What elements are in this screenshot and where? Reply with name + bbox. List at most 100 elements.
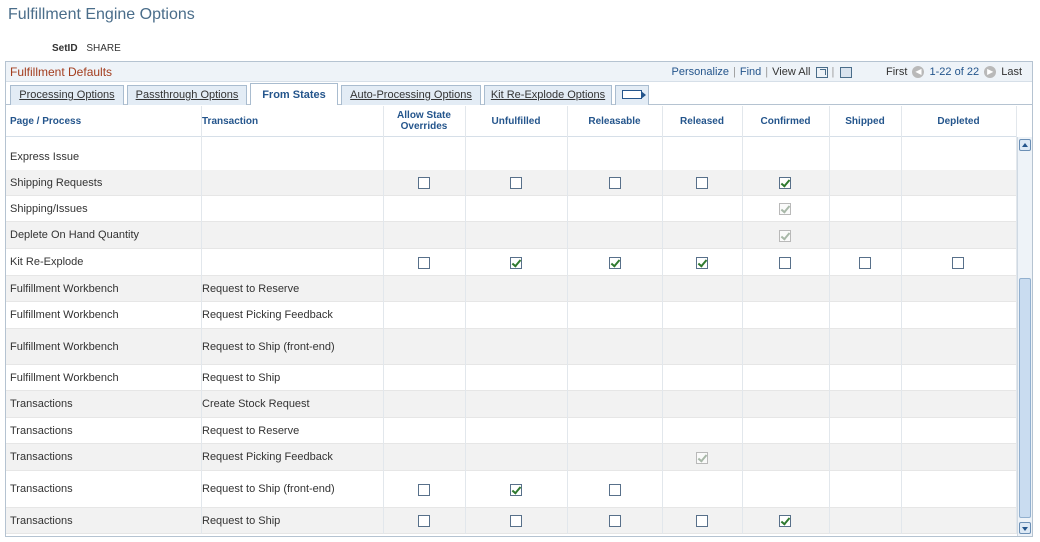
confirmed-checkbox bbox=[779, 203, 791, 215]
column-divider bbox=[829, 106, 830, 534]
releasable-checkbox[interactable] bbox=[609, 484, 621, 496]
transaction-cell: Request to Ship bbox=[202, 514, 281, 527]
next-icon[interactable]: ▶ bbox=[984, 66, 997, 79]
fulfillment-defaults-grid: Fulfillment Defaults Personalize | Find | Vi… bbox=[5, 61, 1033, 537]
transaction-cell: Create Stock Request bbox=[202, 398, 310, 410]
page-process-cell: Fulfillment Workbench bbox=[10, 282, 119, 295]
releasable-checkbox[interactable] bbox=[609, 177, 621, 189]
table-row: Kit Re-Explode bbox=[6, 249, 1016, 276]
col-page-process: Page / Process bbox=[10, 115, 82, 127]
page-process-cell: Fulfillment Workbench bbox=[10, 309, 119, 321]
personalize-link[interactable]: Personalize bbox=[672, 66, 729, 78]
column-divider bbox=[201, 106, 202, 534]
unfulfilled-checkbox[interactable] bbox=[510, 257, 522, 269]
tab-processing-options[interactable]: Processing Options bbox=[10, 85, 124, 105]
table-row: Transactions Create Stock Request bbox=[6, 391, 1016, 418]
transaction-cell: Request to Reserve bbox=[202, 282, 300, 295]
transaction-cell: Request Picking Feedback bbox=[202, 451, 333, 463]
last-link[interactable]: Last bbox=[1001, 66, 1022, 78]
setid-field: SetID SHARE bbox=[52, 43, 121, 54]
col-shipped: Shipped bbox=[845, 115, 885, 127]
unfulfilled-checkbox[interactable] bbox=[510, 515, 522, 527]
prev-icon[interactable]: ◀ bbox=[912, 66, 925, 79]
show-all-columns-icon bbox=[622, 90, 646, 99]
table-row: Fulfillment Workbench Request to Ship (fr… bbox=[6, 329, 1016, 365]
page-process-cell: Shipping Requests bbox=[10, 176, 103, 189]
unfulfilled-checkbox[interactable] bbox=[510, 177, 522, 189]
column-divider bbox=[662, 106, 663, 534]
page-process-cell: Transactions bbox=[10, 424, 73, 437]
released-checkbox bbox=[696, 452, 708, 464]
tab-from-states[interactable]: From States bbox=[250, 83, 338, 105]
scroll-down-icon[interactable] bbox=[1019, 522, 1031, 534]
tab-auto-processing-options[interactable]: Auto-Processing Options bbox=[341, 85, 481, 105]
tab-show-all-columns[interactable] bbox=[615, 85, 649, 105]
page-process-cell: Express Issue bbox=[10, 151, 80, 163]
first-link[interactable]: First bbox=[886, 66, 907, 78]
confirmed-checkbox[interactable] bbox=[779, 257, 791, 269]
allow-checkbox[interactable] bbox=[418, 257, 430, 269]
table-row: Fulfillment Workbench Request Picking Fee… bbox=[6, 302, 1016, 329]
table-row: Transactions Request Picking Feedback bbox=[6, 444, 1016, 471]
confirmed-checkbox[interactable] bbox=[779, 515, 791, 527]
setid-label: SetID bbox=[52, 43, 78, 54]
page-process-cell: Transactions bbox=[10, 451, 73, 463]
page-process-cell: Shipping/Issues bbox=[10, 202, 88, 215]
table-row: Express Issue bbox=[6, 144, 1016, 171]
released-checkbox[interactable] bbox=[696, 177, 708, 189]
transaction-cell: Request to Ship (front-end) bbox=[202, 340, 335, 353]
col-confirmed: Confirmed bbox=[760, 115, 811, 127]
page-process-cell: Transactions bbox=[10, 514, 73, 527]
released-checkbox[interactable] bbox=[696, 515, 708, 527]
column-divider bbox=[465, 106, 466, 534]
setid-value: SHARE bbox=[86, 43, 121, 54]
tab-kit-re-explode-options[interactable]: Kit Re-Explode Options bbox=[484, 85, 612, 105]
released-checkbox[interactable] bbox=[696, 257, 708, 269]
shipped-checkbox[interactable] bbox=[859, 257, 871, 269]
table-row: Shipping Requests bbox=[6, 170, 1016, 196]
col-released: Released bbox=[680, 115, 724, 127]
allow-checkbox[interactable] bbox=[418, 484, 430, 496]
col-depleted: Depleted bbox=[937, 115, 980, 127]
transaction-cell: Request to Ship bbox=[202, 371, 281, 384]
releasable-checkbox[interactable] bbox=[609, 257, 621, 269]
scroll-up-icon[interactable] bbox=[1019, 139, 1031, 151]
page-process-cell: Transactions bbox=[10, 483, 73, 495]
column-divider bbox=[742, 106, 743, 534]
page-process-cell: Fulfillment Workbench bbox=[10, 340, 119, 353]
releasable-checkbox[interactable] bbox=[609, 515, 621, 527]
depleted-checkbox[interactable] bbox=[952, 257, 964, 269]
scroll-thumb[interactable] bbox=[1019, 278, 1031, 518]
column-divider bbox=[901, 106, 902, 534]
transaction-cell: Request to Reserve bbox=[202, 424, 300, 437]
allow-checkbox[interactable] bbox=[418, 177, 430, 189]
find-link[interactable]: Find bbox=[740, 66, 761, 78]
column-divider bbox=[1016, 106, 1017, 534]
column-divider bbox=[567, 106, 568, 534]
download-icon[interactable] bbox=[840, 66, 853, 78]
table-row: Deplete On Hand Quantity bbox=[6, 222, 1016, 249]
confirmed-checkbox bbox=[779, 230, 791, 242]
col-transaction: Transaction bbox=[202, 115, 259, 127]
unfulfilled-checkbox[interactable] bbox=[510, 484, 522, 496]
transaction-cell: Request Picking Feedback bbox=[202, 309, 333, 321]
zoom-icon[interactable] bbox=[815, 66, 828, 78]
grid-title: Fulfillment Defaults bbox=[10, 65, 113, 79]
row-range: 1-22 of 22 bbox=[929, 66, 980, 78]
view-all-link[interactable]: View All bbox=[772, 66, 810, 78]
table-row: Shipping/Issues bbox=[6, 196, 1016, 222]
grid-header: Fulfillment Defaults Personalize | Find | Vi… bbox=[6, 62, 1032, 82]
page-title: Fulfillment Engine Options bbox=[8, 6, 195, 23]
confirmed-checkbox[interactable] bbox=[779, 177, 791, 189]
table-row: Transactions Request to Ship (front-end) bbox=[6, 471, 1016, 508]
column-divider bbox=[383, 106, 384, 534]
tab-passthrough-options[interactable]: Passthrough Options bbox=[127, 85, 247, 105]
col-unfulfilled: Unfulfilled bbox=[491, 115, 541, 127]
allow-checkbox[interactable] bbox=[418, 515, 430, 527]
tab-bar: Processing Options Passthrough Options F… bbox=[6, 83, 1032, 105]
grid-navigation: Personalize | Find | View All | First ◀ 1-22… bbox=[671, 66, 1022, 79]
page-process-cell: Transactions bbox=[10, 398, 73, 410]
table-row: Transactions Request to Ship bbox=[6, 508, 1016, 534]
vertical-scrollbar[interactable] bbox=[1017, 137, 1032, 536]
col-releasable: Releasable bbox=[588, 115, 641, 127]
